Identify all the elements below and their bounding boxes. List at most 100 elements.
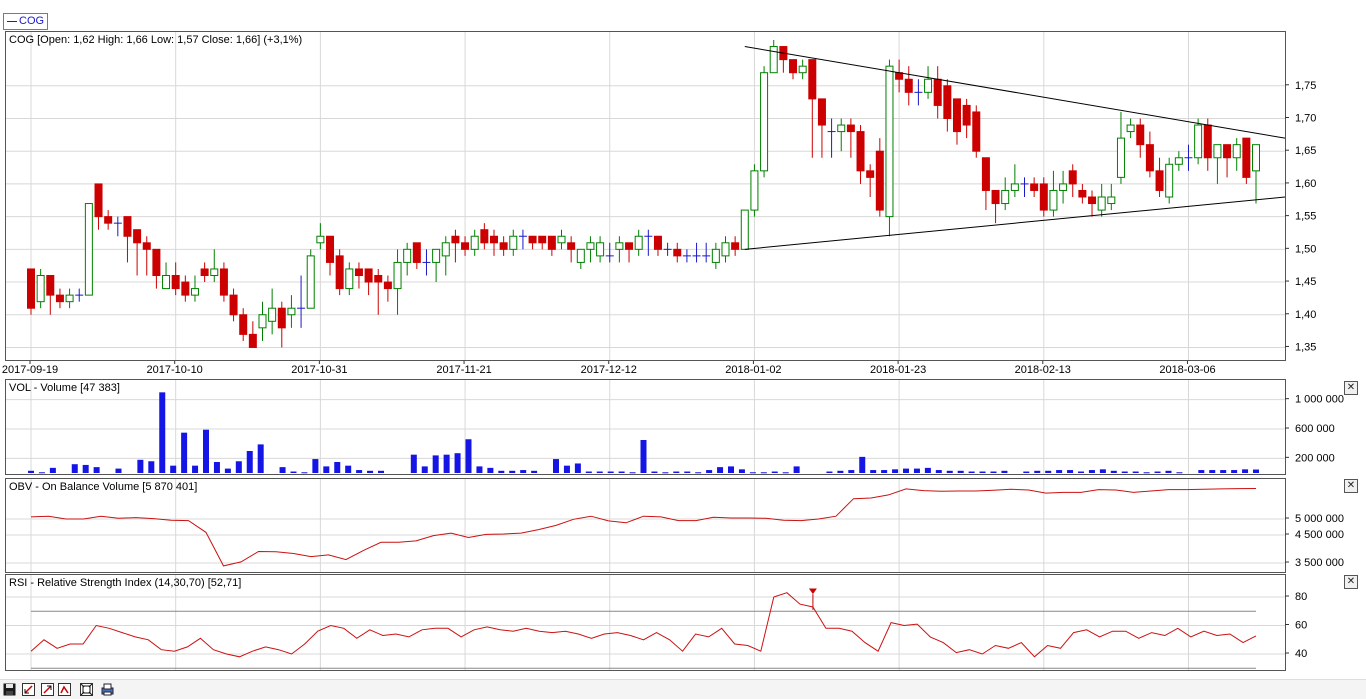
volume-bar xyxy=(706,470,713,473)
candle-body xyxy=(65,294,74,303)
toolbar xyxy=(0,679,1366,699)
rsi-chart[interactable] xyxy=(6,575,1285,670)
volume-bar xyxy=(1165,470,1172,473)
volume-bar xyxy=(454,453,461,473)
candle-body xyxy=(634,235,643,250)
candle-body xyxy=(1059,183,1068,191)
volume-bar xyxy=(181,432,188,473)
candle-body xyxy=(229,294,238,316)
volume-bar xyxy=(684,471,691,473)
obv-line xyxy=(30,488,1257,567)
price-y-tick-label: 1,45 xyxy=(1295,276,1316,288)
candle-body xyxy=(711,248,720,263)
candle-body xyxy=(123,216,132,237)
close-obv-icon[interactable]: ✕ xyxy=(1344,479,1358,493)
obv-title: OBV - On Balance Volume [5 870 401] xyxy=(9,481,198,493)
volume-bar xyxy=(115,468,122,473)
candle-body xyxy=(1213,144,1222,159)
candle-body xyxy=(210,268,219,276)
candle-body xyxy=(769,46,778,74)
volume-bar xyxy=(1078,471,1084,473)
candle-body xyxy=(875,150,884,211)
volume-bar xyxy=(1099,469,1106,473)
obv-y-tick-label: 5 000 000 xyxy=(1295,513,1344,525)
candle-body xyxy=(133,229,142,244)
volume-bar xyxy=(629,472,636,474)
candle-body xyxy=(326,235,335,263)
candle-body xyxy=(933,78,942,106)
volume-bar xyxy=(968,471,975,473)
volume-bar xyxy=(903,468,909,473)
volume-bar xyxy=(49,467,56,473)
candle-body xyxy=(258,314,267,329)
volume-bar xyxy=(1220,470,1227,473)
candle-body xyxy=(306,255,315,309)
candle-body xyxy=(277,307,286,329)
volume-bar xyxy=(618,471,625,473)
candle-body xyxy=(740,209,749,250)
volume-chart[interactable] xyxy=(6,380,1285,474)
zoom-out-icon[interactable] xyxy=(22,683,35,696)
legend-line-icon xyxy=(7,20,17,22)
volume-bar xyxy=(793,466,800,473)
candle-body xyxy=(1165,163,1174,198)
price-panel[interactable]: COG [Open: 1,62 High: 1,66 Low: 1,57 Clo… xyxy=(5,31,1286,361)
candle-body xyxy=(721,242,730,257)
candle-body xyxy=(1010,183,1019,191)
candle-body xyxy=(567,242,576,250)
volume-bar xyxy=(728,466,734,473)
candle-body xyxy=(480,229,489,244)
price-y-tick-label: 1,60 xyxy=(1295,178,1316,190)
fit-icon[interactable] xyxy=(80,683,93,696)
candle-body xyxy=(808,59,817,100)
candle-body xyxy=(239,314,248,335)
volume-bar xyxy=(1023,471,1030,473)
candle-body xyxy=(538,235,547,244)
volume-bar xyxy=(301,472,308,474)
price-x-tick-label: 2018-01-23 xyxy=(870,364,926,376)
zoom-reset-icon[interactable] xyxy=(58,683,71,696)
volume-bar xyxy=(881,470,888,473)
obv-panel[interactable]: OBV - On Balance Volume [5 870 401] xyxy=(5,478,1286,573)
print-icon[interactable] xyxy=(101,683,114,696)
volume-bar xyxy=(946,470,953,473)
volume-bar xyxy=(93,467,100,473)
volume-bar xyxy=(957,470,964,473)
price-y-tick-label: 1,35 xyxy=(1295,341,1316,353)
rsi-panel[interactable]: RSI - Relative Strength Index (14,30,70)… xyxy=(5,574,1286,671)
volume-panel[interactable]: VOL - Volume [47 383] xyxy=(5,379,1286,475)
volume-bar xyxy=(738,469,745,473)
price-x-tick-label: 2018-02-13 xyxy=(1015,364,1071,376)
save-icon[interactable] xyxy=(3,683,16,696)
close-rsi-icon[interactable]: ✕ xyxy=(1344,575,1358,589)
volume-bar xyxy=(673,471,680,473)
legend[interactable]: COG xyxy=(3,13,49,30)
volume-bar xyxy=(1067,470,1074,473)
volume-bar xyxy=(1242,469,1249,473)
candle-body xyxy=(1232,144,1241,159)
candle-body xyxy=(335,255,344,290)
price-chart[interactable] xyxy=(6,32,1285,360)
volume-bar xyxy=(596,471,603,473)
rsi-line xyxy=(30,592,1257,658)
candle-body xyxy=(895,72,904,80)
volume-bar xyxy=(717,467,724,473)
candle-body xyxy=(412,242,421,263)
candle-body xyxy=(345,268,354,290)
volume-bar xyxy=(235,461,242,473)
volume-bar xyxy=(1088,470,1095,473)
volume-bar xyxy=(531,470,538,473)
candle-body xyxy=(904,78,913,93)
candle-body xyxy=(1145,144,1154,172)
volume-bar xyxy=(837,470,844,473)
zoom-in-icon[interactable] xyxy=(41,683,54,696)
volume-bar xyxy=(1056,470,1063,473)
candle-body xyxy=(219,268,228,296)
close-volume-icon[interactable]: ✕ xyxy=(1344,381,1358,395)
price-x-tick-label: 2018-01-02 xyxy=(725,364,781,376)
obv-chart[interactable] xyxy=(6,479,1285,572)
candle-body xyxy=(885,65,894,218)
candle-body xyxy=(952,98,961,133)
volume-bar xyxy=(71,464,78,473)
volume-bar xyxy=(432,455,439,473)
